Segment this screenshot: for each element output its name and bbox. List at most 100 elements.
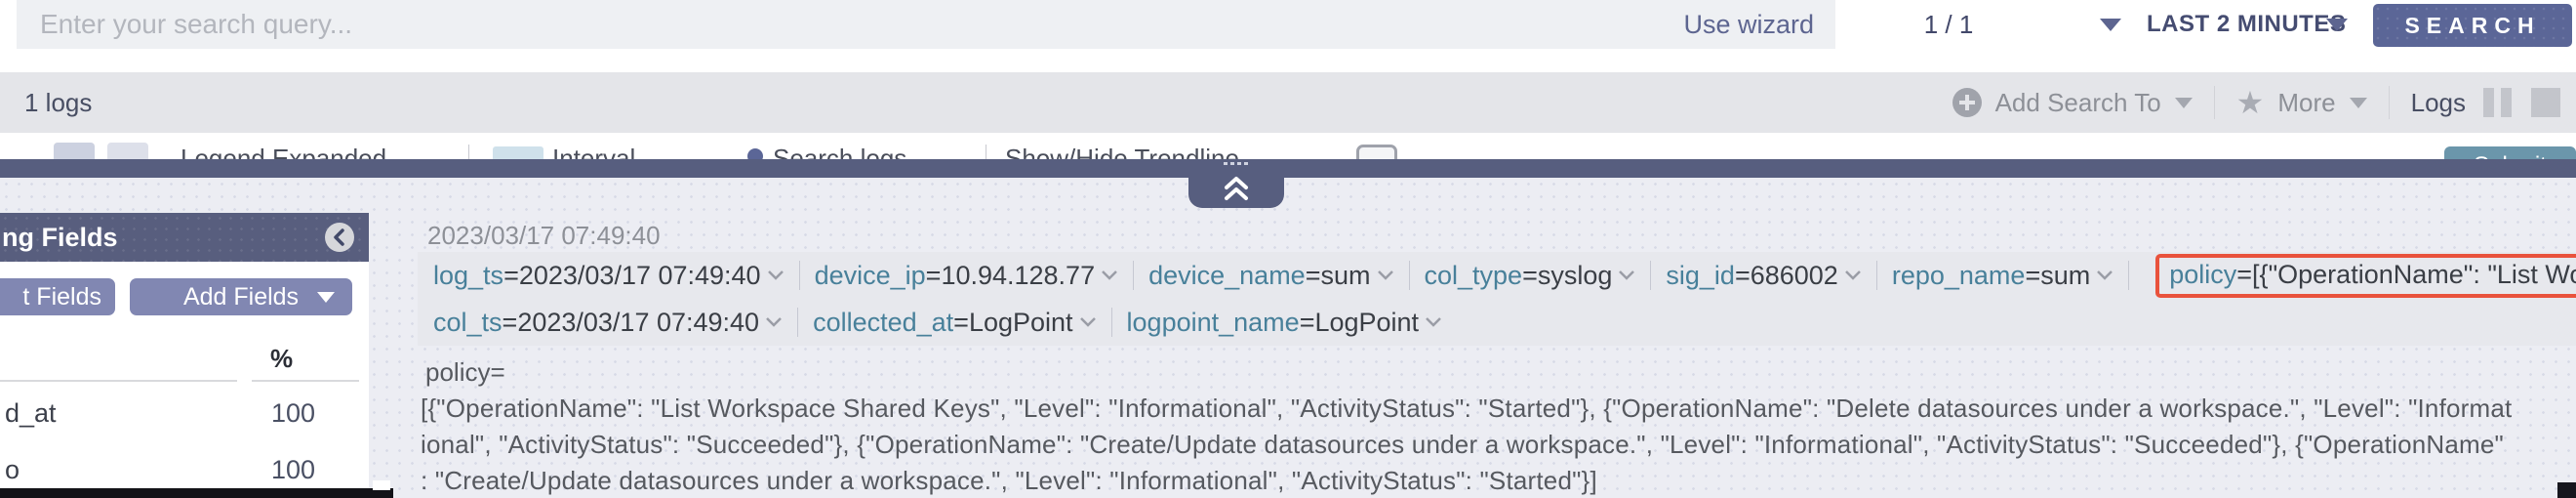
fields-panel-title: ng Fields [2,213,118,262]
divider [2214,86,2215,119]
collapse-panel-button[interactable] [325,223,354,252]
field-key: logpoint_name [1127,308,1315,338]
more-button[interactable]: More [2277,88,2335,118]
field-row-percent: 100 [271,398,315,429]
divider [1111,308,1112,337]
search-query-input[interactable]: Enter your search query... Use wizard [17,0,1835,49]
divider [1650,261,1651,290]
fields-panel-header: ng Fields [0,213,369,262]
result-pagination: 1 / 1 [1905,0,1992,49]
field-pill-logpoint-name[interactable]: logpoint_nameLogPoint [1127,308,1443,338]
chevron-down-icon [317,292,335,303]
logs-count: 1 logs [24,72,92,133]
chevron-down-icon[interactable] [1079,316,1097,328]
results-toolbar: 1 logs Add Search To ★ More Logs [0,72,2576,133]
field-value: sum [1320,261,1370,291]
field-key: col_type [1425,261,1538,291]
field-key: col_ts [433,308,517,338]
field-key: policy [2169,260,2252,290]
collapsed-chart-bar [0,159,2576,178]
chevron-down-icon[interactable] [2096,270,2113,281]
policy-value-line: ional", "ActivityStatus": "Succeeded"}, … [421,430,2504,460]
select-fields-button[interactable]: t Fields [0,278,115,315]
field-value: 2023/03/17 07:49:40 [517,308,759,338]
chevron-down-icon[interactable] [765,316,783,328]
search-button[interactable]: SEARCH [2373,4,2572,47]
field-key: log_ts [433,261,519,291]
field-row-name[interactable]: o [5,455,20,485]
logpoint-search-page: Enter your search query... Use wizard 1 … [0,0,2576,498]
field-key: repo_name [1892,261,2040,291]
divider [1133,261,1134,290]
divider [2389,86,2390,119]
scrollbar-corner [373,480,390,490]
field-pill-collected-at[interactable]: collected_atLogPoint [813,308,1096,338]
pill-row: log_ts2023/03/17 07:49:40 device_ip10.94… [433,252,2576,299]
field-row-percent: 100 [271,455,315,485]
field-pill-sig-id[interactable]: sig_id686002 [1666,261,1861,291]
field-key: sig_id [1666,261,1750,291]
chevron-down-icon[interactable] [767,270,785,281]
log-timestamp: 2023/03/17 07:49:40 [427,221,661,251]
field-pill-policy-highlighted[interactable]: policy[{"OperationName": "List Wo... [2155,254,2576,298]
field-row-name[interactable]: d_at [5,398,57,429]
field-value: LogPoint [1314,308,1419,338]
policy-field-label: policy= [425,357,505,388]
use-wizard-link[interactable]: Use wizard [1683,0,1814,49]
chevron-down-icon[interactable] [2326,19,2348,31]
divider [1876,261,1877,290]
field-value: 2023/03/17 07:49:40 [519,261,761,291]
chevron-down-icon[interactable] [1101,270,1118,281]
divider [1409,261,1410,290]
field-value: [{"OperationName": "List Wo... [2252,260,2576,290]
field-pill-repo-name[interactable]: repo_namesum [1892,261,2113,291]
add-fields-label: Add Fields [183,283,299,311]
divider [797,308,798,337]
window-edge [2557,482,2576,498]
pause-view-icon[interactable] [2483,88,2512,117]
field-value: 686002 [1751,261,1838,291]
logs-view-label: Logs [2411,88,2466,118]
chevron-down-icon[interactable] [1377,270,1394,281]
drag-handle-icon [1224,162,1249,165]
expand-panel-tab[interactable] [1188,159,1284,208]
add-search-to-button[interactable]: Add Search To [1995,88,2161,118]
window-edge [0,488,393,498]
chevron-down-icon[interactable] [1618,270,1635,281]
field-value: 10.94.128.77 [941,261,1095,291]
chevron-left-icon [332,228,347,246]
policy-value-line: : "Create/Update datasources under a wor… [421,466,1597,496]
field-key: collected_at [813,308,969,338]
field-value: sum [2040,261,2090,291]
add-fields-button[interactable]: Add Fields [130,278,352,315]
chevron-down-icon[interactable] [1844,270,1862,281]
chevron-down-icon[interactable] [2100,19,2121,31]
percent-column-header: % [270,344,293,374]
pill-row: col_ts2023/03/17 07:49:40 collected_atLo… [433,299,1442,346]
field-pill-log-ts[interactable]: log_ts2023/03/17 07:49:40 [433,261,785,291]
double-chevron-up-icon [1221,173,1252,204]
field-key: device_name [1148,261,1320,291]
policy-value-line: [{"OperationName": "List Workspace Share… [421,394,2512,424]
log-field-pills: log_ts2023/03/17 07:49:40 device_ip10.94… [418,252,2576,346]
fields-panel-body: t Fields Add Fields % d_at 100 o 100 [0,262,369,488]
results-toolbar-actions: Add Search To ★ More Logs [1952,72,2576,133]
divider [799,261,800,290]
divider [0,380,237,382]
divider [2128,261,2129,290]
field-pill-device-ip[interactable]: device_ip10.94.128.77 [815,261,1119,291]
divider [252,380,359,382]
field-pill-col-type[interactable]: col_typesyslog [1425,261,1636,291]
field-key: device_ip [815,261,942,291]
search-placeholder-text: Enter your search query... [40,0,352,49]
plus-circle-icon[interactable] [1952,88,1982,117]
chevron-down-icon[interactable] [2350,98,2367,108]
field-value: LogPoint [969,308,1073,338]
time-range-dropdown[interactable]: LAST 2 MINUTES [2147,0,2346,49]
field-pill-col-ts[interactable]: col_ts2023/03/17 07:49:40 [433,308,783,338]
chevron-down-icon[interactable] [1425,316,1442,328]
field-pill-device-name[interactable]: device_namesum [1148,261,1393,291]
chevron-down-icon[interactable] [2175,98,2193,108]
star-icon[interactable]: ★ [2236,88,2265,117]
grid-view-icon[interactable] [2531,88,2560,117]
